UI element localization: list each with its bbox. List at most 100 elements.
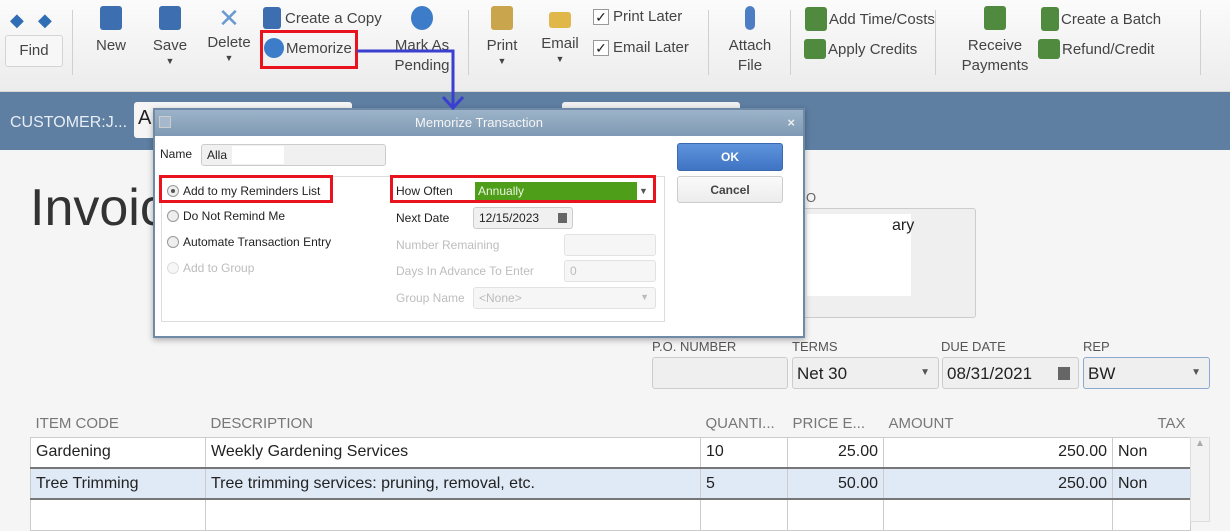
item-code-cell[interactable]: Tree Trimming — [30, 467, 206, 500]
time-costs-icon — [805, 7, 827, 31]
po-number-label: P.O. NUMBER — [652, 339, 737, 354]
table-row[interactable]: Tree Trimming Tree trimming services: pr… — [30, 467, 1191, 500]
toolbar: ◆ ◆ Find New Save ▼ ✕ Delete ▼ Create a Cop… — [0, 0, 1230, 92]
next-date-input[interactable]: 12/15/2023 — [473, 207, 573, 229]
create-batch-button[interactable]: Create a Batch — [1041, 7, 1161, 31]
name-label: Name — [160, 147, 193, 161]
scroll-up-icon[interactable]: ▲ — [1191, 438, 1209, 449]
apply-credits-button[interactable]: Apply Credits — [804, 39, 917, 59]
option-label: Add to Group — [183, 261, 255, 275]
column-header[interactable]: PRICE E... — [788, 410, 884, 437]
delete-label: Delete — [207, 34, 251, 51]
group-name-label: Group Name — [396, 291, 465, 305]
terms-dropdown[interactable]: Net 30 ▼ — [792, 357, 939, 389]
refund-credit-label: Refund/Credit — [1062, 40, 1155, 58]
save-button[interactable]: Save ▼ — [150, 6, 190, 66]
column-header[interactable]: ITEM CODE — [31, 410, 206, 437]
email-later-check: ✓ — [593, 39, 609, 56]
table-row-empty[interactable] — [30, 498, 1191, 531]
price-cell[interactable]: 50.00 — [787, 467, 884, 500]
column-header[interactable]: AMOUNT — [884, 410, 1113, 437]
line-items-table: ITEM CODE DESCRIPTION QUANTI... PRICE E.… — [30, 410, 1191, 531]
print-button[interactable]: Print ▼ — [482, 6, 522, 66]
forward-arrow-icon[interactable]: ◆ — [38, 10, 52, 31]
ok-button[interactable]: OK — [677, 143, 783, 171]
description-cell[interactable]: Tree trimming services: pruning, removal… — [205, 467, 701, 500]
new-button[interactable]: New — [93, 6, 129, 56]
email-later-label: Email Later — [613, 39, 689, 56]
cancel-button[interactable]: Cancel — [677, 176, 783, 203]
save-icon — [159, 6, 181, 30]
form-title: Invoic — [30, 179, 166, 237]
customer-label: CUSTOMER:J... — [10, 114, 128, 131]
rep-dropdown[interactable]: BW ▼ — [1083, 357, 1210, 389]
annotation-arrow — [357, 49, 465, 111]
amount-cell[interactable]: 250.00 — [883, 467, 1113, 500]
terms-value: Net 30 — [797, 364, 848, 383]
print-later-checkbox[interactable]: ✓ Print Later — [593, 8, 682, 25]
envelope-icon — [549, 12, 571, 28]
memorize-transaction-dialog: Memorize Transaction × Name Alla Add to … — [153, 108, 805, 338]
chevron-down-icon: ▼ — [1191, 367, 1201, 378]
close-icon[interactable]: × — [787, 110, 795, 136]
redacted-area — [232, 146, 284, 164]
email-label: Email — [541, 35, 579, 52]
item-code-cell[interactable]: Gardening — [30, 436, 206, 469]
bill-to-box[interactable]: ary — [800, 208, 976, 318]
attach-file-button[interactable]: Attach File — [725, 6, 775, 76]
name-value: Alla — [207, 148, 228, 162]
table-scrollbar[interactable]: ▲ — [1190, 437, 1210, 522]
amount-cell[interactable]: 250.00 — [883, 436, 1113, 469]
apply-credits-label: Apply Credits — [828, 40, 918, 58]
delete-button[interactable]: ✕ Delete ▼ — [205, 3, 253, 63]
quantity-cell[interactable]: 5 — [700, 467, 788, 500]
description-cell[interactable]: Weekly Gardening Services — [205, 436, 701, 469]
column-header[interactable]: DESCRIPTION — [206, 410, 701, 437]
bill-to-label: O — [806, 190, 817, 205]
rep-label: REP — [1083, 339, 1110, 354]
number-remaining-input — [564, 234, 656, 256]
payments-label: Payments — [961, 57, 1029, 74]
add-time-costs-button[interactable]: Add Time/Costs — [805, 7, 935, 31]
group-name-value: <None> — [479, 291, 522, 305]
paperclip-icon — [745, 6, 755, 30]
dialog-title-bar: Memorize Transaction × — [155, 110, 803, 136]
system-menu-icon[interactable] — [159, 116, 171, 128]
print-later-check: ✓ — [593, 8, 609, 25]
highlight-memorize — [260, 30, 358, 69]
batch-icon — [1041, 7, 1059, 31]
calendar-icon[interactable] — [1058, 367, 1070, 380]
tax-cell[interactable]: Non — [1112, 436, 1191, 469]
column-header[interactable]: TAX — [1113, 410, 1191, 437]
calendar-icon[interactable] — [558, 213, 567, 223]
apply-credits-icon — [804, 39, 826, 59]
due-date-value: 08/31/2021 — [947, 364, 1033, 383]
find-button[interactable]: Find — [5, 35, 63, 67]
chevron-down-icon: ▼ — [640, 292, 649, 302]
email-later-checkbox[interactable]: ✓ Email Later — [593, 39, 689, 56]
tax-cell[interactable]: Non — [1112, 467, 1191, 500]
automate-entry-radio[interactable]: Automate Transaction Entry — [167, 235, 331, 249]
chevron-down-icon: ▼ — [920, 367, 930, 378]
radio — [167, 262, 179, 274]
column-header[interactable]: QUANTI... — [701, 410, 788, 437]
refund-icon — [1038, 39, 1060, 59]
due-date-input[interactable]: 08/31/2021 — [942, 357, 1079, 389]
receive-payments-button[interactable]: Receive Payments — [960, 6, 1030, 76]
po-number-input[interactable] — [652, 357, 788, 389]
create-batch-label: Create a Batch — [1061, 10, 1162, 28]
create-copy-button[interactable]: Create a Copy — [263, 7, 382, 29]
quantity-cell[interactable]: 10 — [700, 436, 788, 469]
email-button[interactable]: Email ▼ — [538, 6, 582, 64]
days-in-advance-input: 0 — [564, 260, 656, 282]
due-date-label: DUE DATE — [941, 339, 1006, 354]
do-not-remind-radio[interactable]: Do Not Remind Me — [167, 209, 285, 223]
price-cell[interactable]: 25.00 — [787, 436, 884, 469]
delete-x-icon: ✕ — [218, 3, 240, 33]
back-arrow-icon[interactable]: ◆ — [10, 10, 24, 31]
radio — [167, 210, 179, 222]
refund-credit-button[interactable]: Refund/Credit — [1038, 39, 1155, 59]
attach-label: Attach — [728, 37, 772, 54]
name-input[interactable]: Alla — [201, 144, 386, 166]
table-row[interactable]: Gardening Weekly Gardening Services 10 2… — [30, 436, 1191, 469]
